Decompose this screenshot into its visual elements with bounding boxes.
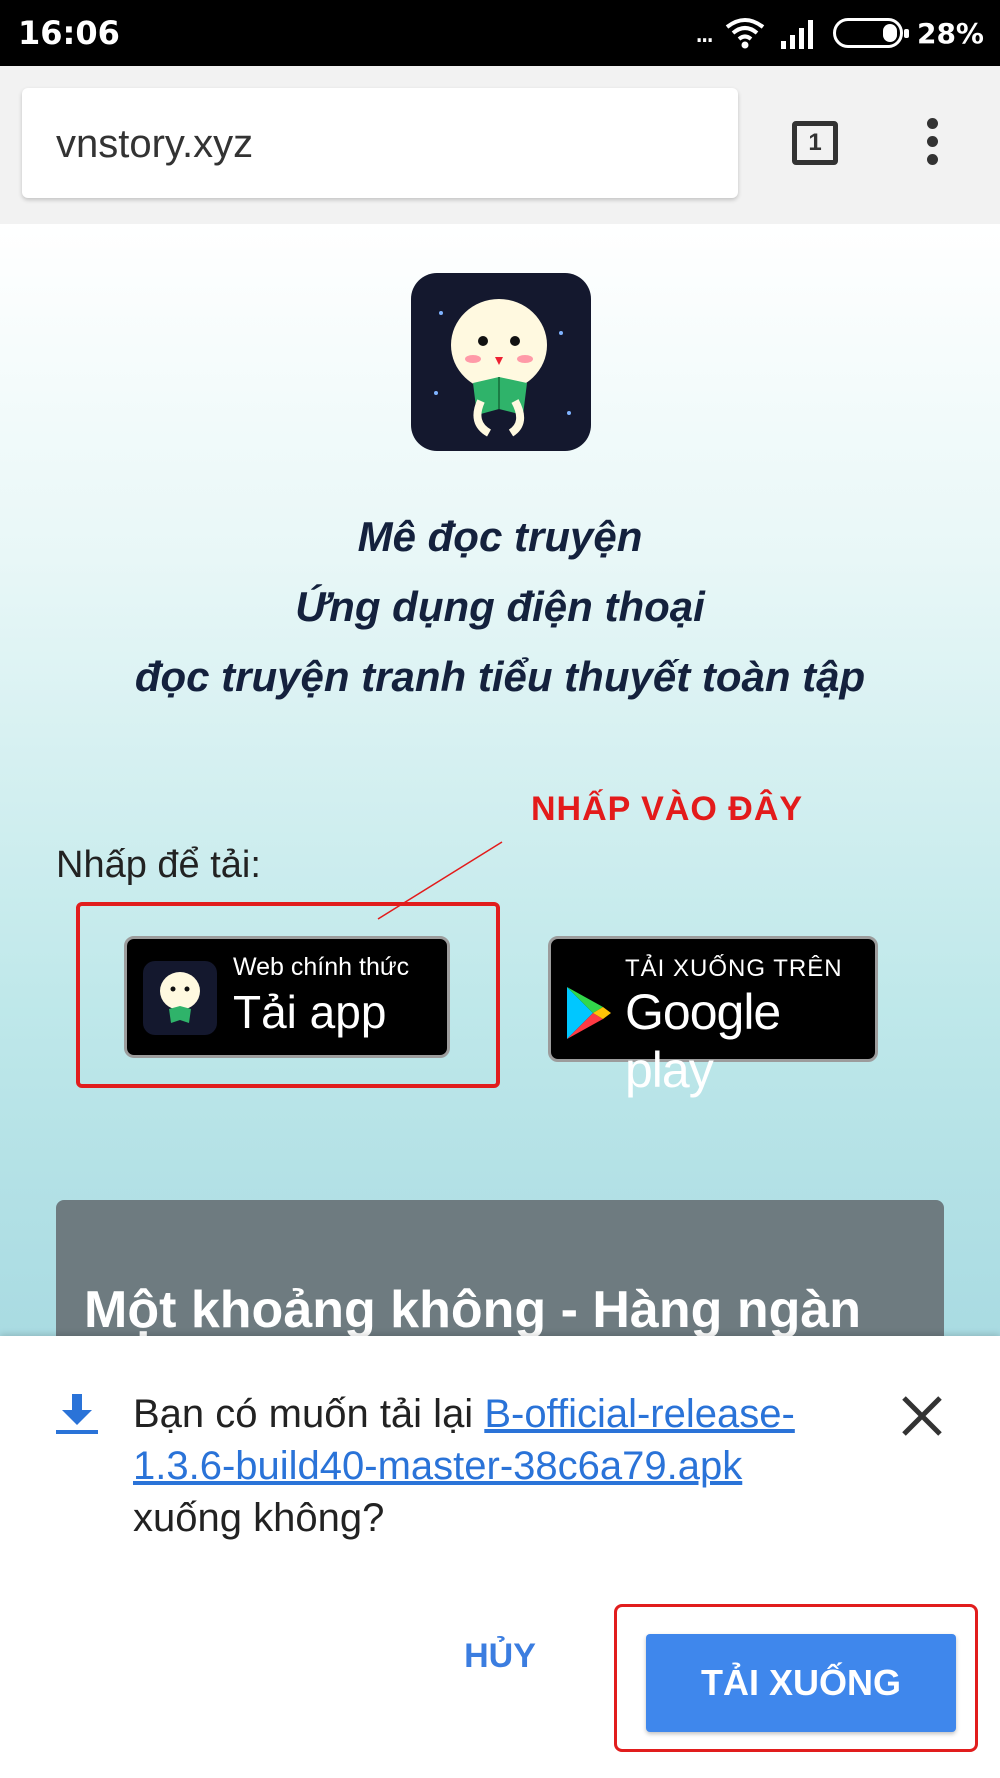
play-badge-title: Google play [625,984,781,1098]
cancel-button[interactable]: HỦY [440,1616,560,1696]
more-notifications-icon: ... [694,15,715,50]
status-icons: ... 28% [694,12,984,54]
signal-icon [780,20,813,49]
battery-percent: 28% [916,16,984,50]
google-play-icon [567,987,611,1039]
web-page: Mê đọc truyện Ứng dụng điện thoại đọc tr… [0,224,1000,1336]
browser-toolbar: vnstory.xyz 1 [0,66,1000,226]
download-button[interactable]: TẢI XUỐNG [646,1634,956,1732]
google-play-badge[interactable]: TẢI XUỐNG TRÊN Google play [548,936,878,1098]
web-badge-subtitle: Web chính thức [233,953,410,981]
play-badge-subtitle: TẢI XUỐNG TRÊN [625,955,843,982]
message-suffix: xuống không? [133,1496,385,1540]
download-message: Bạn có muốn tải lại B-official-release-1… [133,1388,853,1544]
status-time: 16:06 [18,14,120,52]
web-badge-title: Tải app [233,986,387,1038]
story-card[interactable]: Một khoảng không - Hàng ngàn [56,1200,944,1336]
app-logo-mini [143,961,217,1035]
story-card-title: Một khoảng không - Hàng ngàn [84,1281,862,1336]
overflow-menu-icon[interactable] [922,118,942,174]
download-prompt: Nhấp để tải: [56,844,261,886]
url-bar[interactable]: vnstory.xyz [22,88,738,198]
download-sheet: Bạn có muốn tải lại B-official-release-1… [0,1336,1000,1778]
tab-switcher-button[interactable]: 1 [792,121,838,165]
message-prefix: Bạn có muốn tải lại [133,1392,485,1436]
web-download-badge[interactable]: Web chính thức Tải app [124,936,450,1058]
close-icon[interactable] [900,1394,944,1438]
url-text: vnstory.xyz [56,122,254,166]
battery-icon [832,18,909,48]
status-bar: 16:06 ... 28% [0,0,1000,66]
wifi-icon [725,18,765,49]
download-icon [56,1394,98,1434]
annotation-pointer-line [377,841,503,920]
